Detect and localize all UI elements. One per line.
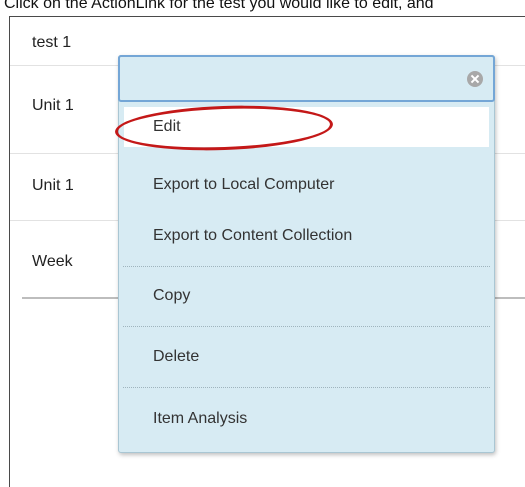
menu-separator <box>123 387 490 388</box>
menu-separator <box>123 326 490 327</box>
menu-separator <box>123 266 490 267</box>
list-item-test-1[interactable]: test 1 <box>10 34 525 52</box>
menu-item-item-analysis[interactable]: Item Analysis <box>119 410 494 428</box>
close-icon[interactable] <box>467 71 483 87</box>
menu-item-export-local[interactable]: Export to Local Computer <box>119 176 494 194</box>
menu-item-delete[interactable]: Delete <box>119 348 494 366</box>
menu-item-copy[interactable]: Copy <box>119 287 494 305</box>
menu-item-export-content-collection[interactable]: Export to Content Collection <box>119 227 494 245</box>
context-menu-header <box>118 55 495 102</box>
instruction-text: Click on the ActionLink for the test you… <box>4 0 434 12</box>
